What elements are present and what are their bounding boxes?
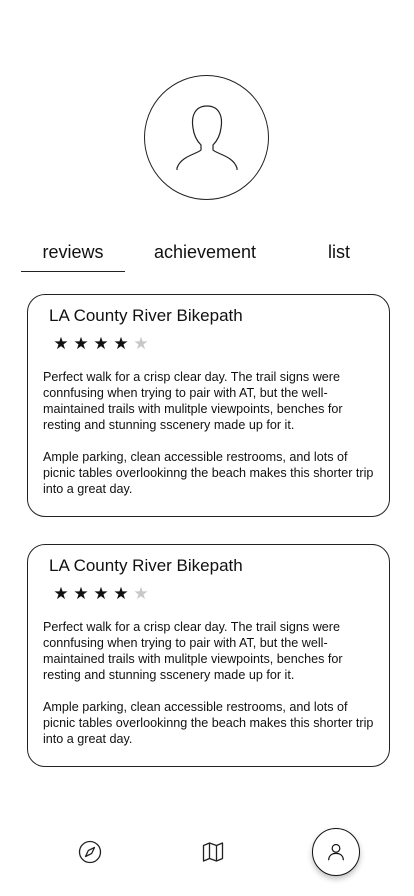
star-filled-icon: ★ [113,334,129,353]
review-title: LA County River Bikepath [49,306,243,325]
nav-profile-button[interactable] [312,828,360,876]
star-rating: ★ ★ ★ ★ ★ [53,335,149,352]
star-empty-icon: ★ [133,334,149,353]
star-filled-icon: ★ [53,584,69,603]
review-title: LA County River Bikepath [49,556,243,575]
map-icon [202,842,224,862]
star-filled-icon: ★ [93,584,109,603]
star-rating: ★ ★ ★ ★ ★ [53,585,149,602]
profile-tabs: reviews achievement list [0,236,414,276]
review-text: Perfect walk for a crisp clear day. The … [43,370,343,432]
tab-list[interactable]: list [315,236,363,272]
tab-reviews[interactable]: reviews [21,236,125,272]
review-card[interactable]: LA County River Bikepath ★ ★ ★ ★ ★ Perfect w… [27,294,390,517]
tab-achievement[interactable]: achievement [140,236,270,272]
bottom-nav [0,820,414,896]
review-text: Perfect walk for a crisp clear day. The … [43,620,343,682]
profile-avatar[interactable] [144,75,269,200]
review-text: Ample parking, clean accessible restroom… [43,700,374,746]
star-filled-icon: ★ [113,584,129,603]
user-silhouette-icon [175,104,238,170]
star-empty-icon: ★ [133,584,149,603]
review-card[interactable]: LA County River Bikepath ★ ★ ★ ★ ★ Perfect w… [27,544,390,767]
star-filled-icon: ★ [93,334,109,353]
compass-icon [78,840,102,864]
star-filled-icon: ★ [73,334,89,353]
star-filled-icon: ★ [53,334,69,353]
star-filled-icon: ★ [73,584,89,603]
nav-map-button[interactable] [199,838,227,866]
active-tab-indicator [21,271,125,272]
nav-explore-button[interactable] [76,838,104,866]
profile-icon [328,843,344,861]
review-text: Ample parking, clean accessible restroom… [43,450,374,496]
